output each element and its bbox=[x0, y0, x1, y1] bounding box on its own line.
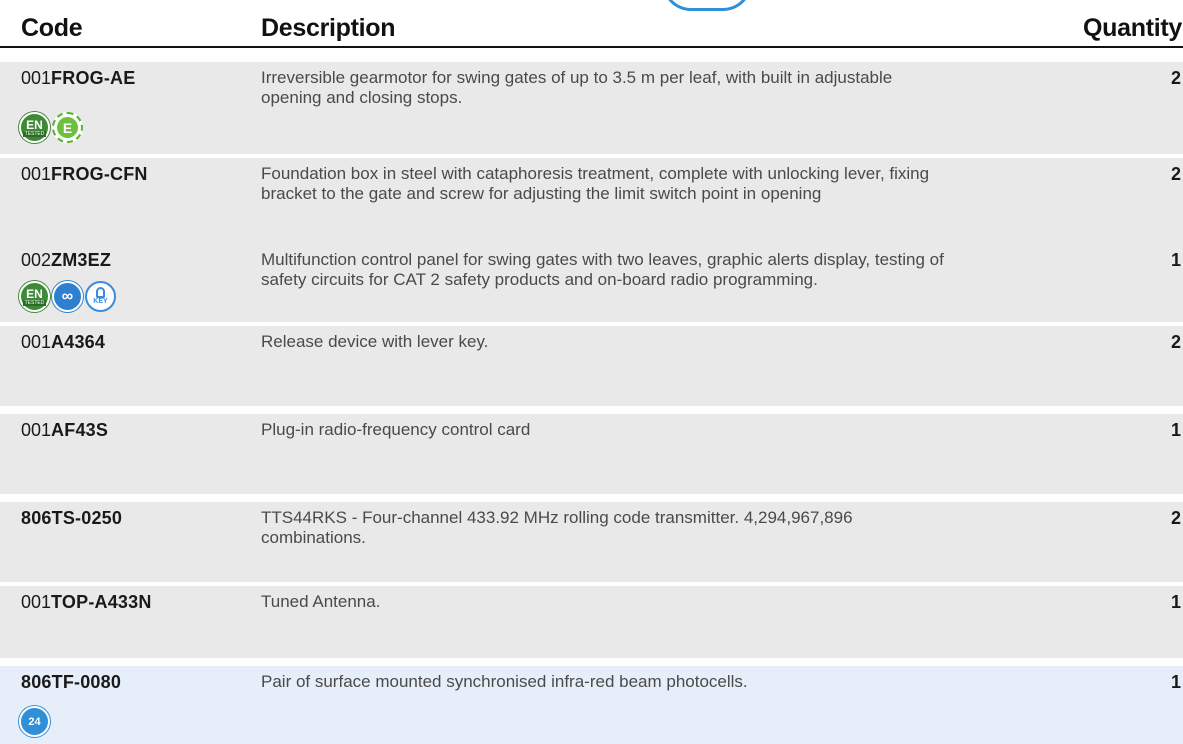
code-prefix: 002 bbox=[21, 250, 52, 270]
product-description: Release device with lever key. bbox=[261, 332, 489, 351]
key-icon: KEY bbox=[85, 281, 116, 312]
product-description: Multifunction control panel for swing ga… bbox=[261, 250, 944, 289]
top-arc-decoration bbox=[662, 0, 752, 11]
table-row: 001FROG-CFN Foundation box in steel with… bbox=[0, 158, 1183, 244]
product-code: 001TOP-A433N bbox=[21, 592, 152, 613]
code-main: A4364 bbox=[51, 332, 106, 352]
product-code: 001FROG-CFN bbox=[21, 164, 148, 185]
badge-group: 24 bbox=[19, 706, 50, 737]
code-main: FROG-CFN bbox=[51, 164, 148, 184]
product-description: Foundation box in steel with cataphoresi… bbox=[261, 164, 930, 203]
product-code: 806TF-0080 bbox=[21, 672, 121, 693]
connect-icon: ∞ bbox=[52, 281, 83, 312]
table-row: 806TS-0250 TTS44RKS - Four-channel 433.9… bbox=[0, 502, 1183, 582]
product-quantity: 2 bbox=[1170, 332, 1181, 352]
product-description: Irreversible gearmotor for swing gates o… bbox=[261, 68, 893, 107]
product-description: TTS44RKS - Four-channel 433.92 MHz rolli… bbox=[261, 508, 853, 547]
en-tested-icon: EN TESTED bbox=[19, 281, 50, 312]
code-prefix: 001 bbox=[21, 68, 52, 88]
badge-group: EN TESTED ∞ KEY bbox=[19, 281, 116, 312]
product-quantity: 1 bbox=[1170, 250, 1181, 270]
table-row: 001AF43S Plug-in radio-frequency control… bbox=[0, 414, 1183, 494]
product-code: 001FROG-AE bbox=[21, 68, 135, 89]
code-main: TOP-A433N bbox=[51, 592, 152, 612]
product-quantity: 1 bbox=[1170, 672, 1181, 692]
header-description: Description bbox=[261, 14, 396, 42]
code-prefix: 001 bbox=[21, 592, 52, 612]
product-quantity: 2 bbox=[1170, 164, 1181, 184]
code-prefix: 001 bbox=[21, 164, 52, 184]
product-quantity: 2 bbox=[1170, 68, 1181, 88]
product-code: 001AF43S bbox=[21, 420, 108, 441]
energy-saving-icon: E bbox=[52, 112, 83, 143]
product-description: Plug-in radio-frequency control card bbox=[261, 420, 531, 439]
code-main: FROG-AE bbox=[51, 68, 136, 88]
24v-icon: 24 bbox=[19, 706, 50, 737]
code-prefix: 001 bbox=[21, 332, 52, 352]
code-main: 806TF-0080 bbox=[21, 672, 122, 692]
table-row: 002ZM3EZ Multifunction control panel for… bbox=[0, 244, 1183, 322]
table-row: 001FROG-AE Irreversible gearmotor for sw… bbox=[0, 62, 1183, 154]
code-main: AF43S bbox=[51, 420, 109, 440]
table-row: 806TF-0080 Pair of surface mounted synch… bbox=[0, 666, 1183, 744]
product-quantity: 1 bbox=[1170, 592, 1181, 612]
code-main: 806TS-0250 bbox=[21, 508, 123, 528]
en-tested-icon: EN TESTED bbox=[19, 112, 50, 143]
product-code: 002ZM3EZ bbox=[21, 250, 111, 271]
product-description: Pair of surface mounted synchronised inf… bbox=[261, 672, 748, 691]
product-quantity: 2 bbox=[1170, 508, 1181, 528]
product-quantity: 1 bbox=[1170, 420, 1181, 440]
code-main: ZM3EZ bbox=[51, 250, 112, 270]
table-row: 001TOP-A433N Tuned Antenna. 1 bbox=[0, 586, 1183, 658]
header-code: Code bbox=[21, 14, 83, 42]
code-prefix: 001 bbox=[21, 420, 52, 440]
table-row: 001A4364 Release device with lever key. … bbox=[0, 326, 1183, 406]
badge-group: EN TESTED E bbox=[19, 112, 83, 143]
product-code: 001A4364 bbox=[21, 332, 105, 353]
table-header: Code Description Quantity bbox=[0, 12, 1183, 48]
product-code: 806TS-0250 bbox=[21, 508, 122, 529]
product-description: Tuned Antenna. bbox=[261, 592, 381, 611]
header-quantity: Quantity bbox=[1083, 14, 1182, 42]
